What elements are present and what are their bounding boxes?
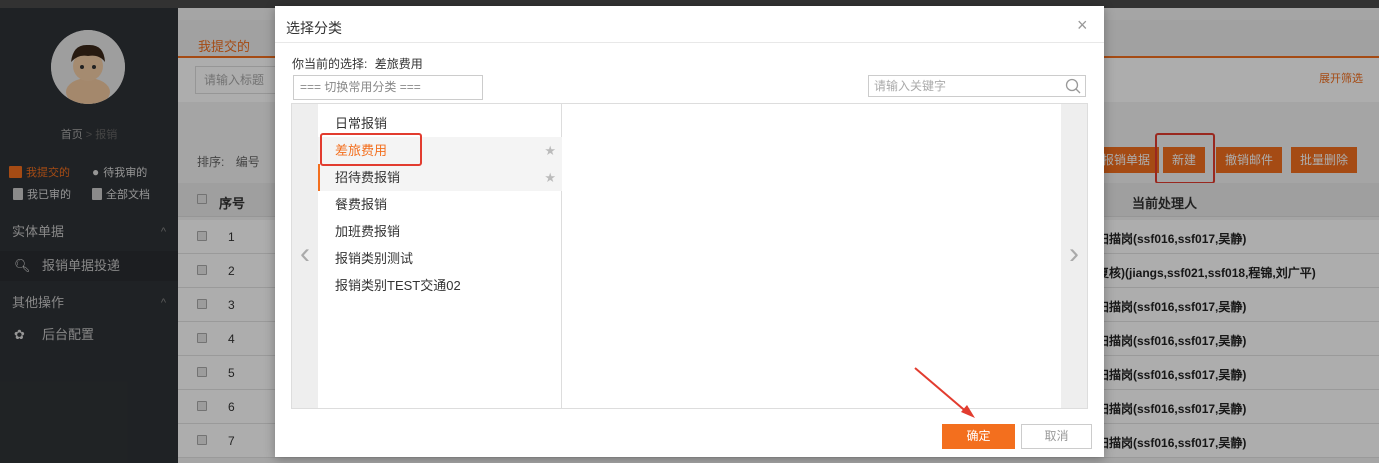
category-item[interactable]: 报销类别TEST交通02 <box>318 272 562 299</box>
star-icon[interactable]: ★ <box>544 137 556 164</box>
star-icon[interactable]: ★ <box>544 164 556 191</box>
category-label: 报销类别测试 <box>335 251 414 266</box>
category-item[interactable]: 加班费报销 <box>318 218 562 245</box>
category-label: 日常报销 <box>335 116 388 131</box>
dialog-title: 选择分类 <box>286 20 342 36</box>
category-label: 加班费报销 <box>335 224 401 239</box>
category-label: 餐费报销 <box>335 197 388 212</box>
category-item[interactable]: 餐费报销 <box>318 191 562 218</box>
annotation-arrow <box>914 367 975 418</box>
category-label: 报销类别TEST交通02 <box>335 278 461 293</box>
dialog-divider <box>275 42 1104 43</box>
current-selection-value: 差旅费用 <box>374 57 423 71</box>
category-label: 招待费报销 <box>335 170 401 185</box>
common-category-select[interactable]: === 切换常用分类 === <box>293 75 483 100</box>
category-item[interactable]: 报销类别测试 <box>318 245 562 272</box>
confirm-button[interactable]: 确定 <box>942 424 1015 449</box>
close-icon[interactable]: × <box>1077 15 1088 36</box>
current-selection-label: 你当前的选择: <box>292 57 368 71</box>
search-icon[interactable] <box>1065 78 1081 97</box>
cancel-button[interactable]: 取消 <box>1021 424 1092 449</box>
highlight-box <box>320 133 422 166</box>
chevron-right-icon[interactable]: › <box>1061 104 1087 408</box>
category-item[interactable]: 招待费报销 ★ <box>318 164 562 191</box>
chevron-left-icon[interactable]: ‹ <box>292 104 318 408</box>
current-selection: 你当前的选择: 差旅费用 <box>292 55 423 72</box>
keyword-search-input[interactable]: 请输入关键字 <box>868 75 1086 97</box>
